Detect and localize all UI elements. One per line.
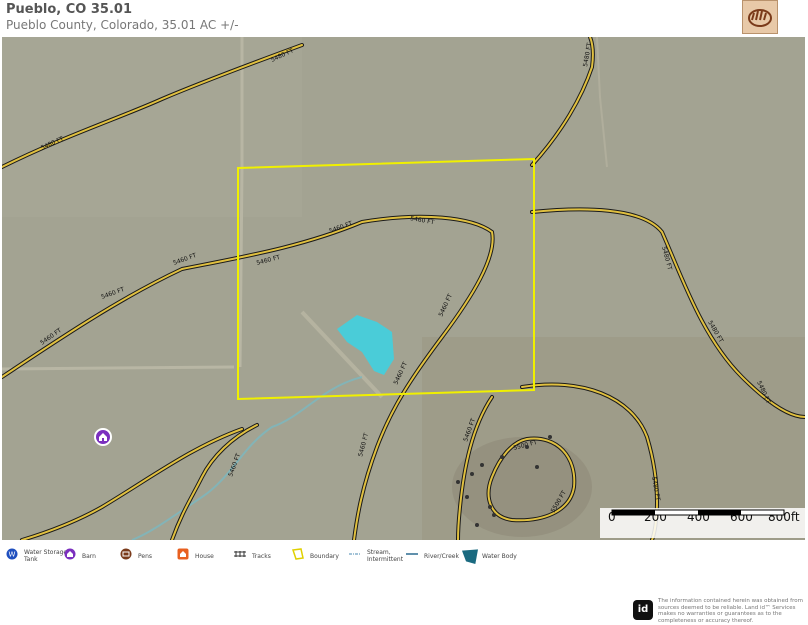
barn-icon — [99, 433, 107, 441]
pens-icon — [120, 548, 132, 560]
dirt-road — [2, 365, 235, 371]
legend-item-stream: Stream, Intermittent — [349, 548, 409, 570]
map-canvas[interactable]: 5480 FT 5480 FT 5460 FT 5460 FT 5460 FT … — [2, 37, 805, 540]
scale-ruler — [611, 509, 785, 516]
legend-item-boundary: Boundary — [292, 548, 348, 570]
scale-bar: 0 200 400 600 800ft — [600, 508, 805, 538]
legend-item-pens: Pens — [120, 548, 170, 570]
legend-item-barn: Barn — [64, 548, 114, 570]
boundary-icon — [292, 548, 304, 560]
legend-item-house: House — [177, 548, 227, 570]
disclaimer-text: The information contained herein was obt… — [658, 598, 803, 624]
stream-icon — [349, 553, 361, 555]
water-tank-icon: W — [6, 548, 18, 560]
page-subtitle: Pueblo County, Colorado, 35.01 AC +/- — [6, 18, 239, 32]
svg-text:W: W — [9, 551, 16, 559]
river-icon — [406, 553, 418, 555]
land-id-logo: id — [633, 600, 653, 620]
page-title: Pueblo, CO 35.01 — [6, 2, 132, 17]
legend-label: Water Body — [482, 553, 517, 560]
map-view[interactable]: 5480 FT 5480 FT 5460 FT 5460 FT 5460 FT … — [2, 37, 805, 540]
map-legend: W Water Storage Tank Barn Pens House Tra… — [0, 544, 808, 570]
map-header: Pueblo, CO 35.01 Pueblo County, Colorado… — [0, 0, 808, 36]
terrain-patch — [2, 37, 302, 217]
legend-item-water-tank: W Water Storage Tank — [6, 548, 67, 570]
brand-logo — [742, 0, 778, 34]
barn-marker[interactable] — [94, 428, 112, 446]
house-icon — [177, 548, 189, 560]
water-body-icon — [462, 549, 478, 564]
legend-item-tracks: Tracks — [234, 548, 284, 570]
legend-item-river: River/Creek — [406, 548, 466, 570]
hand-logo-icon — [748, 9, 772, 27]
legend-item-water-body: Water Body — [462, 548, 522, 570]
tracks-icon — [234, 551, 246, 557]
barn-icon — [64, 548, 76, 560]
